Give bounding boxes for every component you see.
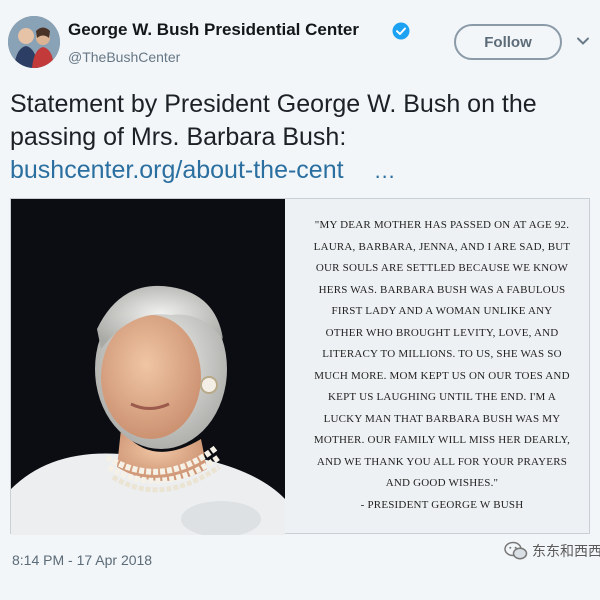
quote-line: much more. Mom kept us on our toes and <box>314 369 570 382</box>
watermark-text: 东东和西西 <box>532 543 600 559</box>
quote-line: kept us laughing until the end. I'm a <box>328 391 556 403</box>
quote-line: and we thank you all for your prayers <box>316 455 568 468</box>
link-ellipsis: … <box>373 158 396 183</box>
portrait-photo <box>11 199 285 535</box>
quote-line: literacy to millions. To us, she was so <box>322 348 562 360</box>
tweet-link[interactable]: bushcenter.org/about-the-cent <box>10 154 344 187</box>
tweet-link-line: bushcenter.org/about-the-cent … <box>10 154 590 187</box>
avatar[interactable] <box>8 16 60 68</box>
quote-line: our souls are settled because we know <box>315 262 569 274</box>
quote-line: other who brought levity, love, and <box>325 326 559 339</box>
quote-line: First Lady and a woman unlike any <box>331 305 553 317</box>
wechat-icon <box>504 541 528 560</box>
tweet-text: Statement by President George W. Bush on… <box>10 90 537 151</box>
follow-button[interactable]: Follow <box>454 24 562 60</box>
portrait-illustration <box>11 199 285 535</box>
quote-line: hers was. Barbara Bush was a fabulous <box>318 283 566 296</box>
tweet-text-block: Statement by President George W. Bush on… <box>10 88 590 187</box>
tweet-timestamp[interactable]: 8:14 PM - 17 Apr 2018 <box>12 552 152 568</box>
quote-attribution: - President George W Bush <box>360 498 524 511</box>
statement-quote: "My dear mother has passed on at age 92.… <box>297 215 587 516</box>
quote-line: and good wishes." <box>385 477 499 489</box>
tweet-card: George W. Bush Presidential Center @TheB… <box>0 0 600 600</box>
avatar-image <box>8 16 60 68</box>
chevron-down-icon[interactable] <box>576 34 590 48</box>
tweet-media[interactable]: "My dear mother has passed on at age 92.… <box>10 198 590 535</box>
account-handle[interactable]: @TheBushCenter <box>68 49 180 65</box>
quote-line: lucky man that Barbara Bush was my <box>323 412 561 425</box>
quote-line: mother. Our family will miss her dearly, <box>313 434 571 446</box>
quote-line: Laura, Barbara, Jenna, and I are sad, bu… <box>313 240 571 253</box>
watermark: 东东和西西 <box>504 541 600 561</box>
verified-badge-icon <box>392 22 410 40</box>
display-name[interactable]: George W. Bush Presidential Center <box>68 20 359 40</box>
quote-line: "My dear mother has passed on at age 92. <box>314 219 570 231</box>
